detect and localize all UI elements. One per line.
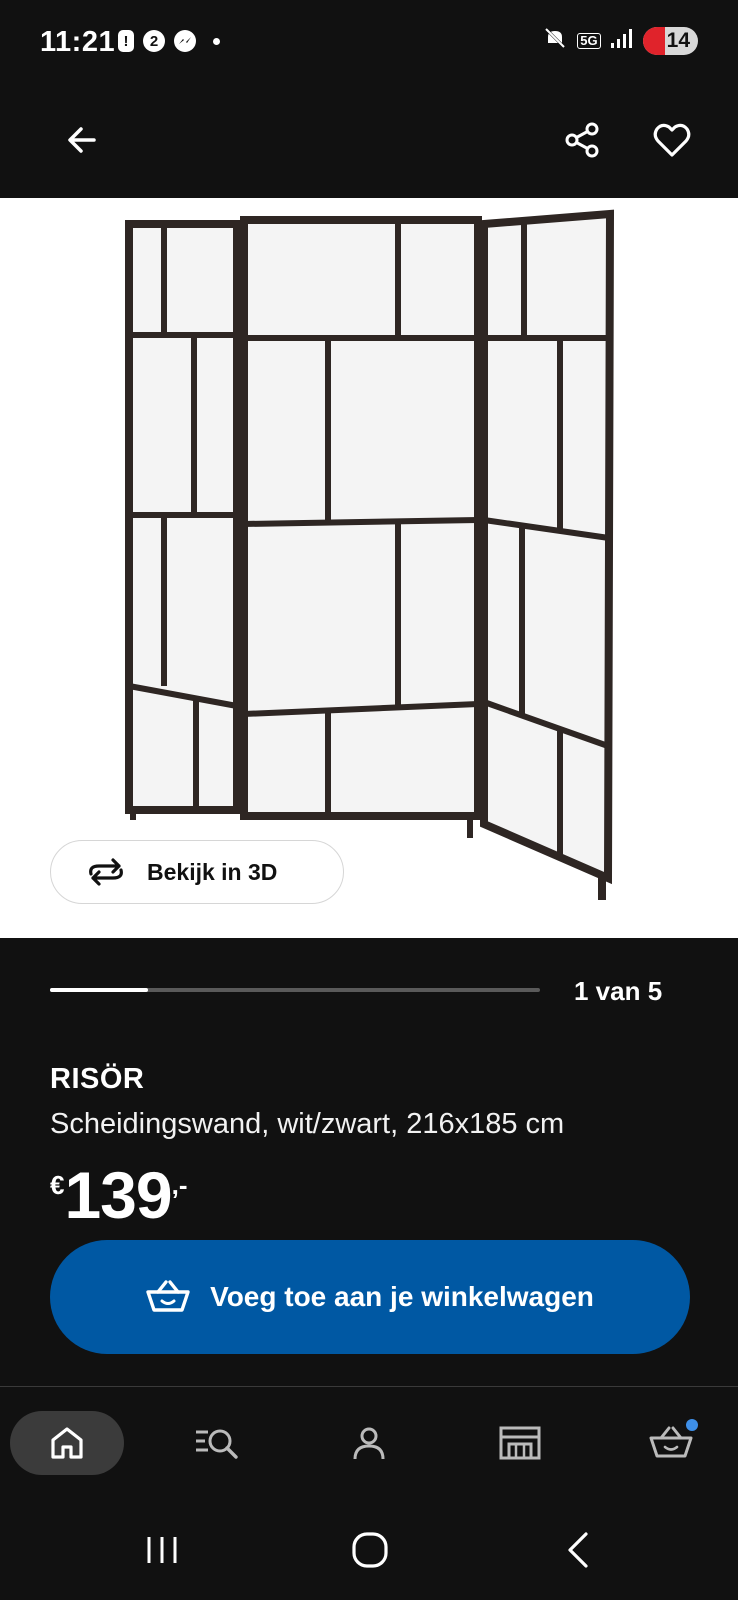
price-currency: €	[50, 1170, 65, 1200]
home-icon	[51, 1427, 83, 1459]
carousel-progress-fill	[50, 988, 148, 992]
nav-home[interactable]	[10, 1411, 124, 1475]
nav-cart[interactable]	[614, 1411, 728, 1475]
heart-icon	[653, 123, 691, 157]
back-button[interactable]	[52, 110, 112, 170]
price-amount: 139	[64, 1158, 172, 1232]
nav-profile[interactable]	[312, 1411, 426, 1475]
home-system-button[interactable]	[330, 1520, 410, 1580]
basket-icon	[146, 1280, 190, 1312]
recent-apps-button[interactable]	[122, 1520, 202, 1580]
share-button[interactable]	[552, 110, 612, 170]
bottom-navigation	[0, 1386, 738, 1498]
product-description: Scheidingswand, wit/zwart, 216x185 cm	[50, 1108, 565, 1140]
back-system-button[interactable]	[538, 1520, 618, 1580]
mute-icon	[543, 26, 567, 55]
cart-icon	[649, 1426, 693, 1458]
alert-notification-icon: !	[118, 30, 134, 52]
status-bar: 11:21 ! 2 5G 14	[0, 0, 738, 86]
store-icon	[499, 1426, 541, 1460]
messenger-icon	[174, 30, 196, 52]
view-3d-button[interactable]: Bekijk in 3D	[50, 840, 344, 904]
nav-store[interactable]	[463, 1411, 577, 1475]
view-3d-label: Bekijk in 3D	[147, 858, 278, 885]
carousel-progress	[50, 988, 540, 992]
arrow-left-icon	[68, 127, 96, 153]
nav-search[interactable]	[160, 1411, 274, 1475]
signal-icon	[610, 28, 633, 53]
system-navigation	[0, 1498, 738, 1600]
battery-low-icon	[642, 26, 665, 55]
room-divider-image	[125, 209, 615, 900]
app-notification-icon: 2	[143, 30, 165, 52]
app-header	[0, 86, 738, 198]
share-icon	[565, 122, 599, 158]
status-right: 5G 14	[543, 26, 698, 55]
carousel-counter: 1 van 5	[574, 976, 663, 1006]
profile-icon	[353, 1427, 385, 1460]
product-image[interactable]: Bekijk in 3D	[0, 198, 738, 938]
more-notifications-dot	[213, 37, 220, 45]
network-type: 5G	[577, 32, 601, 49]
recent-apps-icon	[147, 1537, 177, 1563]
favorite-button[interactable]	[642, 110, 702, 170]
battery-level: 14	[666, 28, 690, 52]
status-time: 11:21	[40, 26, 116, 58]
notification-icons: ! 2	[118, 30, 220, 52]
search-list-icon	[196, 1429, 238, 1459]
add-to-cart-label: Voeg toe aan je winkelwagen	[210, 1281, 594, 1312]
chevron-left-icon	[568, 1532, 588, 1568]
cart-badge-dot	[686, 1419, 698, 1431]
add-to-cart-button[interactable]: Voeg toe aan je winkelwagen	[50, 1240, 690, 1354]
home-circle-icon	[352, 1532, 388, 1568]
product-name: RISÖR	[50, 1063, 145, 1095]
price-suffix: ,-	[171, 1170, 188, 1200]
rotate-3d-icon	[89, 858, 123, 886]
battery-indicator: 14	[642, 26, 698, 55]
product-price: € 139 ,-	[50, 1162, 187, 1228]
